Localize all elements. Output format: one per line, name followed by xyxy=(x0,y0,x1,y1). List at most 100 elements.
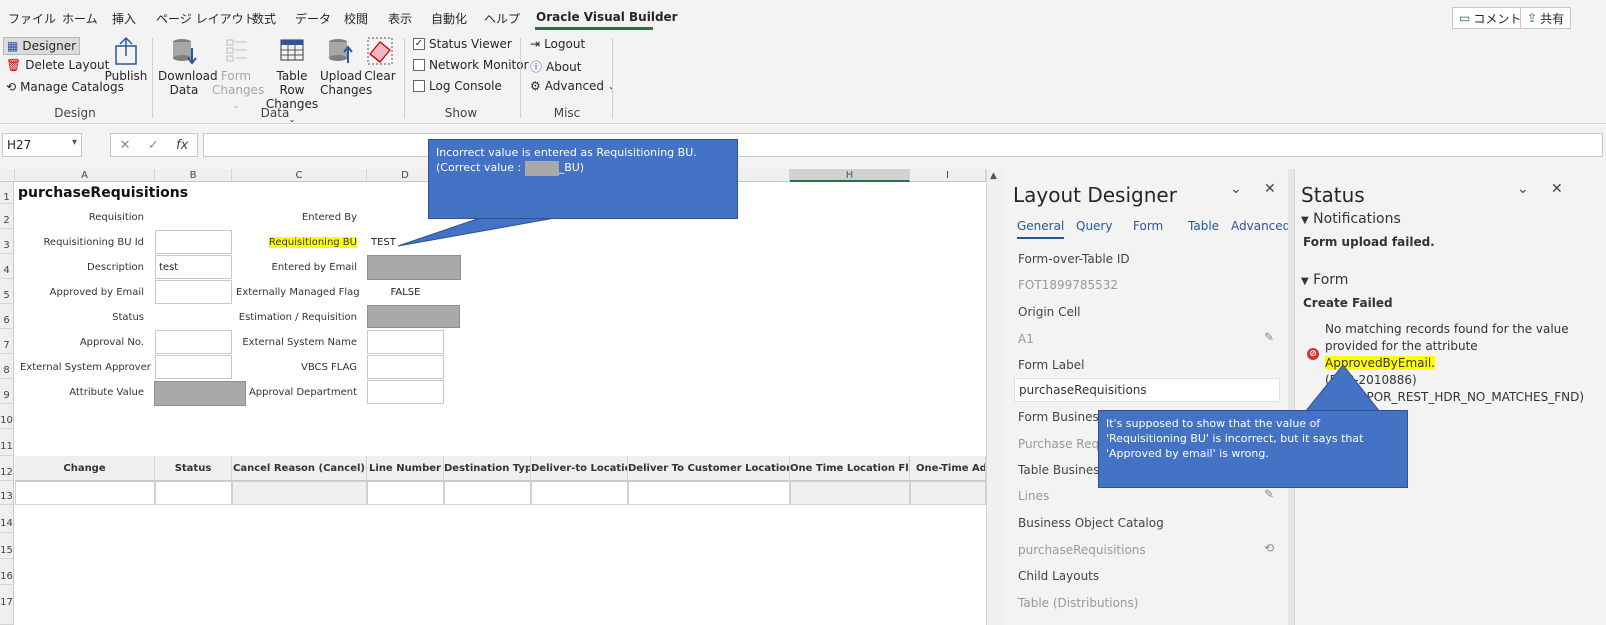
row-header[interactable]: 13 xyxy=(0,481,14,505)
fx-icon[interactable]: fx xyxy=(176,138,188,153)
requisitioning-bu-id-field[interactable] xyxy=(155,230,232,254)
about-button[interactable]: ⓘ About xyxy=(530,58,582,75)
menu-help[interactable]: ヘルプ xyxy=(484,10,520,27)
table-cell[interactable] xyxy=(155,481,232,505)
form-section[interactable]: ▼ Form xyxy=(1301,272,1348,288)
table-cell[interactable] xyxy=(910,481,986,505)
table-header-change[interactable]: Change xyxy=(15,456,155,481)
row-header[interactable]: 17 xyxy=(0,585,14,625)
table-cell[interactable] xyxy=(790,481,910,505)
table-header-destination-type[interactable]: Destination Type xyxy=(444,456,531,481)
row-header[interactable]: 10 xyxy=(0,404,14,429)
table-header-cancel-reason[interactable]: Cancel Reason (Cancel) xyxy=(232,456,367,481)
menu-formulas[interactable]: 数式 xyxy=(252,10,276,27)
tab-advanced[interactable]: Advanced xyxy=(1231,219,1290,233)
row-header[interactable]: 15 xyxy=(0,533,14,559)
estimation-requisition-field-redacted[interactable] xyxy=(367,305,460,328)
tab-general[interactable]: General xyxy=(1017,219,1065,239)
table-cell[interactable] xyxy=(367,481,444,505)
approved-by-email-field[interactable] xyxy=(155,280,232,304)
advanced-dropdown[interactable]: ⚙ Advanced ⌄ xyxy=(530,79,615,93)
row-header[interactable]: 12 xyxy=(0,456,14,481)
close-icon[interactable]: ✕ xyxy=(1264,181,1276,197)
vertical-scrollbar[interactable]: ▲ xyxy=(986,169,1002,625)
menu-insert[interactable]: 挿入 xyxy=(112,10,136,27)
table-header-one-time-address[interactable]: One-Time Addre xyxy=(910,456,986,481)
log-console-checkbox[interactable]: Log Console xyxy=(413,79,502,93)
table-cell[interactable] xyxy=(15,481,155,505)
comment-button[interactable]: ▭ コメント xyxy=(1452,7,1529,29)
spreadsheet-grid[interactable]: A B C D E F G H I 1 2 3 4 5 6 7 8 9 10 1… xyxy=(0,169,986,625)
menu-automate[interactable]: 自動化 xyxy=(431,10,467,27)
table-header-deliver-to-customer-location-id[interactable]: Deliver To Customer Location Id xyxy=(628,456,790,481)
row-header[interactable]: 4 xyxy=(0,254,14,279)
menu-file[interactable]: ファイル xyxy=(8,10,56,27)
row-header[interactable]: 14 xyxy=(0,505,14,533)
attribute-value-field-redacted[interactable] xyxy=(154,381,246,406)
logout-button[interactable]: ⇥ Logout xyxy=(530,37,585,51)
externally-managed-flag-field[interactable]: FALSE xyxy=(367,280,444,304)
pencil-icon[interactable]: ✎ xyxy=(1264,330,1274,344)
designer-button[interactable]: ▦ Designer xyxy=(3,37,81,55)
form-label-input[interactable]: purchaseRequisitions xyxy=(1014,378,1280,402)
name-box[interactable]: H27 ▾ xyxy=(2,133,82,157)
menu-review[interactable]: 校閲 xyxy=(344,10,368,27)
tab-query[interactable]: Query xyxy=(1076,219,1112,233)
notifications-section[interactable]: ▼ Notifications xyxy=(1301,211,1401,227)
clear-button[interactable]: Clear xyxy=(362,36,398,83)
enter-icon[interactable]: ✓ xyxy=(148,138,159,153)
status-viewer-checkbox[interactable]: ✓ Status Viewer xyxy=(413,37,512,51)
download-data-button[interactable]: Download Data xyxy=(158,36,218,97)
column-header-b[interactable]: B xyxy=(155,169,232,182)
row-header[interactable]: 8 xyxy=(0,354,14,379)
approval-department-field[interactable] xyxy=(367,380,444,404)
external-system-name-field[interactable] xyxy=(367,330,444,354)
column-header-c[interactable]: C xyxy=(232,169,367,182)
row-header[interactable]: 11 xyxy=(0,429,14,456)
requisitioning-bu-field[interactable]: TEST xyxy=(367,231,444,254)
vbcs-flag-field[interactable] xyxy=(367,355,444,379)
pencil-icon[interactable]: ✎ xyxy=(1264,487,1274,501)
row-header[interactable]: 5 xyxy=(0,279,14,304)
approval-no-field[interactable] xyxy=(155,330,232,354)
scroll-up-icon[interactable]: ▲ xyxy=(990,171,997,181)
select-all-corner[interactable] xyxy=(0,169,15,182)
column-header-i[interactable]: I xyxy=(910,169,986,182)
table-header-status[interactable]: Status xyxy=(155,456,232,481)
close-icon[interactable]: ✕ xyxy=(1551,181,1563,197)
row-header[interactable]: 2 xyxy=(0,204,14,229)
external-system-approver-field[interactable] xyxy=(155,355,232,379)
description-field[interactable]: test xyxy=(155,255,232,279)
row-header[interactable]: 9 xyxy=(0,379,14,404)
entered-by-email-field-redacted[interactable] xyxy=(367,255,461,280)
tab-table[interactable]: Table xyxy=(1188,219,1219,233)
row-header[interactable]: 16 xyxy=(0,559,14,585)
menu-view[interactable]: 表示 xyxy=(388,10,412,27)
row-header[interactable]: 3 xyxy=(0,229,14,254)
table-cell[interactable] xyxy=(531,481,628,505)
column-header-h[interactable]: H xyxy=(790,169,910,182)
form-changes-button[interactable]: Form Changes ⌄ xyxy=(212,36,264,113)
row-header[interactable]: 1 xyxy=(0,182,14,204)
menu-oracle-visual-builder[interactable]: Oracle Visual Builder xyxy=(536,10,678,24)
share-button[interactable]: ⇪ 共有 xyxy=(1520,7,1572,29)
row-header[interactable]: 6 xyxy=(0,304,14,329)
delete-layout-button[interactable]: 🗑 Delete Layout xyxy=(6,58,109,72)
table-cell[interactable] xyxy=(232,481,367,505)
publish-button[interactable]: Publish xyxy=(104,36,148,83)
table-cell[interactable] xyxy=(444,481,531,505)
upload-changes-button[interactable]: Upload Changes xyxy=(320,36,372,97)
formula-input[interactable] xyxy=(203,133,1603,157)
child-layouts-value[interactable]: Table (Distributions) xyxy=(1018,596,1138,610)
network-monitor-checkbox[interactable]: Network Monitor xyxy=(413,58,529,72)
cancel-icon[interactable]: ✕ xyxy=(120,138,131,153)
menu-data[interactable]: データ xyxy=(295,10,331,27)
table-header-one-time-location-flag[interactable]: One Time Location Flag xyxy=(790,456,910,481)
column-header-a[interactable]: A xyxy=(15,169,155,182)
chevron-down-icon[interactable]: ⌄ xyxy=(1517,181,1529,197)
table-header-deliver-to-location[interactable]: Deliver-to Location xyxy=(531,456,628,481)
chevron-down-icon[interactable]: ⌄ xyxy=(1230,181,1242,197)
row-header[interactable]: 7 xyxy=(0,329,14,354)
table-header-line-number[interactable]: Line Number xyxy=(367,456,444,481)
catalog-icon[interactable]: ⟲ xyxy=(1264,541,1274,555)
